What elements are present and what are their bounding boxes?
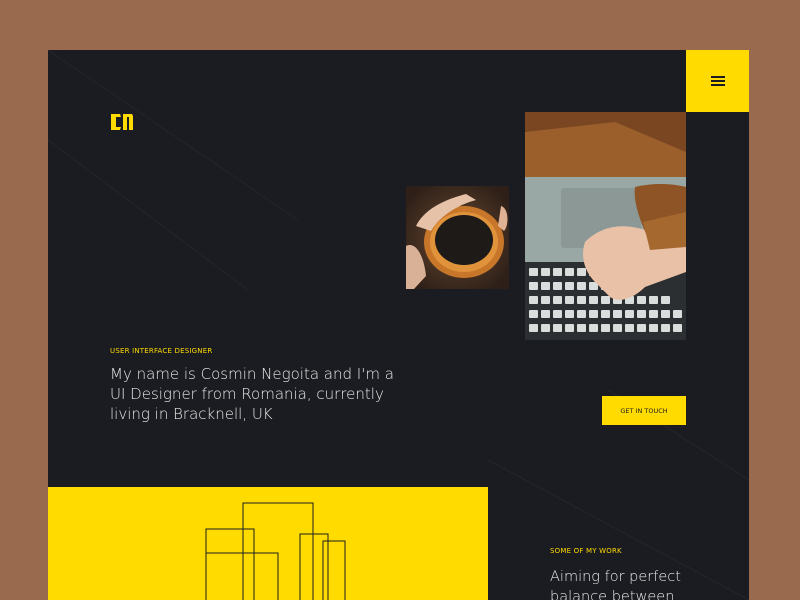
- hamburger-icon: [711, 76, 725, 78]
- hero-intro-text: My name is Cosmin Negoita and I'm a UI D…: [110, 365, 394, 423]
- portfolio-page: USER INTERFACE DESIGNER My name is Cosmi…: [48, 50, 749, 600]
- hamburger-icon-bar: [711, 84, 725, 86]
- work-wireframe-graphic: [205, 502, 346, 600]
- menu-button[interactable]: [686, 50, 749, 112]
- work-heading: Aiming for perfect balance between: [550, 569, 681, 600]
- get-in-touch-button[interactable]: GET IN TOUCH: [602, 396, 686, 425]
- work-preview-panel[interactable]: [48, 487, 488, 600]
- laptop-typing-photo: [525, 112, 686, 340]
- hero-eyebrow: USER INTERFACE DESIGNER: [110, 347, 213, 355]
- work-eyebrow: SOME OF MY WORK: [550, 547, 622, 555]
- coffee-cup-photo: [406, 186, 509, 289]
- hamburger-icon-bar: [711, 80, 725, 82]
- brand-logo-icon[interactable]: [110, 112, 134, 132]
